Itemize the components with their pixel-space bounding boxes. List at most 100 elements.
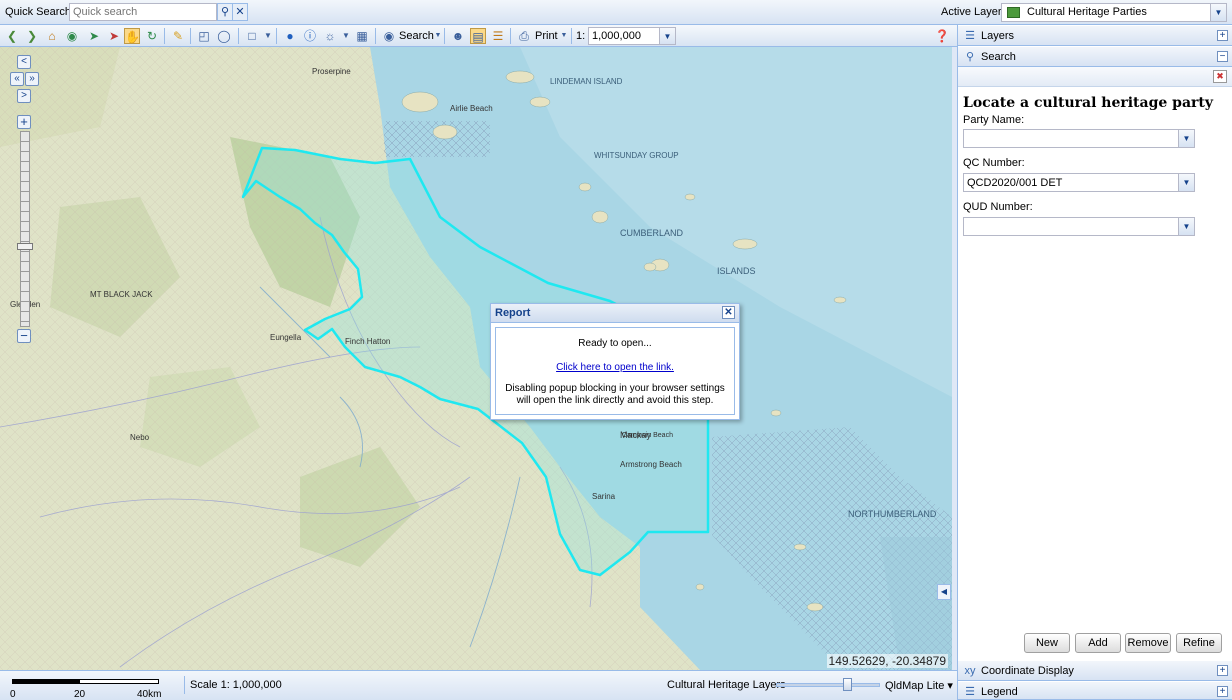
toolbar-separator — [375, 28, 376, 44]
select-freehand-icon[interactable]: ◯ — [216, 28, 232, 44]
legend-header[interactable]: ☰ Legend + — [958, 681, 1232, 700]
remove-button[interactable]: Remove — [1125, 633, 1171, 653]
scale-value: 1,000,000 — [592, 30, 641, 42]
expand-icon[interactable]: + — [1217, 30, 1228, 41]
coordinate-display-title: Coordinate Display — [981, 665, 1074, 677]
identify-icon[interactable]: ● — [282, 28, 298, 44]
clear-form-icon[interactable]: ✖ — [1213, 70, 1227, 83]
toolbar-separator — [510, 28, 511, 44]
search-panel-title: Search — [981, 51, 1016, 63]
close-icon[interactable]: ✕ — [722, 306, 735, 319]
scale-tick: 0 — [10, 689, 16, 700]
search-menu-button[interactable]: Search — [399, 30, 434, 42]
zoom-out-button[interactable]: − — [17, 329, 31, 343]
layers-panel-title: Layers — [981, 30, 1015, 42]
side-panel: ☰ Layers + ⚲ Search − ✖ Locate a cultura… — [957, 25, 1232, 700]
back-arrow-icon[interactable]: ❮ — [4, 28, 20, 44]
pan-down-icon[interactable]: ˃ — [17, 89, 31, 103]
refresh-icon[interactable]: ↻ — [144, 28, 160, 44]
home-icon[interactable]: ⌂ — [44, 28, 60, 44]
layers-panel-header[interactable]: ☰ Layers + — [958, 25, 1232, 46]
zoom-slider-handle[interactable] — [17, 243, 33, 250]
measure-ruler-icon[interactable]: ✎ — [170, 28, 186, 44]
qc-number-combo[interactable]: QCD2020/001 DET ▼ — [963, 173, 1195, 192]
binoculars-icon[interactable]: ◉ — [381, 28, 397, 44]
help-icon[interactable]: ❓ — [934, 28, 950, 44]
report-popup-title: Report — [495, 307, 531, 319]
map-label-nebo: Nebo — [130, 433, 150, 442]
map-canvas[interactable]: Proserpine Airlie Beach WHITSUNDAY GROUP… — [0, 47, 952, 670]
table-icon[interactable]: ▦ — [354, 28, 370, 44]
callout-icon[interactable]: ☼ — [322, 28, 338, 44]
popup-note-line1: Disabling popup blocking in your browser… — [505, 383, 725, 394]
map-label-lindeman: LINDEMAN ISLAND — [550, 77, 623, 86]
pan-right-icon[interactable]: » — [25, 72, 39, 86]
scale-bar: 0 20 40km — [10, 677, 161, 700]
party-name-label: Party Name: — [963, 114, 1025, 126]
quick-search-input[interactable] — [69, 3, 217, 21]
chevron-down-icon[interactable]: ▼ — [260, 28, 276, 44]
scale-text: Scale 1: 1,000,000 — [190, 679, 282, 691]
chevron-down-icon[interactable]: ▼ — [1178, 130, 1194, 147]
search-panel-header[interactable]: ⚲ Search − — [958, 46, 1232, 67]
print-menu-button[interactable]: Print — [535, 30, 558, 42]
search-icon[interactable]: ⚲ — [217, 3, 233, 21]
chevron-down-icon[interactable]: ▼ — [1210, 4, 1226, 21]
map-label-finch-hatton: Finch Hatton — [345, 337, 390, 346]
select-rectangle-icon[interactable]: □ — [244, 28, 260, 44]
refine-button[interactable]: Refine — [1176, 633, 1222, 653]
status-divider — [184, 676, 185, 694]
form-title: Locate a cultural heritage party — [963, 95, 1214, 111]
layer-swatch-icon — [1007, 7, 1020, 18]
pan-hand-icon[interactable]: ✋ — [124, 28, 140, 44]
scale-tick: 40km — [137, 689, 162, 700]
party-name-combo[interactable]: ▼ — [963, 129, 1195, 148]
expand-icon[interactable]: + — [1217, 686, 1228, 697]
printer-icon[interactable]: ⎙ — [516, 28, 532, 44]
map-label-airlie: Airlie Beach — [450, 104, 493, 113]
map-view[interactable]: Proserpine Airlie Beach WHITSUNDAY GROUP… — [0, 47, 952, 670]
info-icon[interactable]: ⓘ — [302, 28, 318, 44]
people-icon[interactable]: ☻ — [450, 28, 466, 44]
zoom-box-icon[interactable]: ➤ — [106, 28, 122, 44]
pan-up-icon[interactable]: ˂ — [17, 55, 31, 69]
search-tools-bar: ✖ — [958, 67, 1232, 87]
coordinate-display-header[interactable]: xy Coordinate Display + — [958, 660, 1232, 681]
chevron-down-icon[interactable]: ▼ — [338, 28, 354, 44]
new-button[interactable]: New — [1024, 633, 1070, 653]
collapse-panel-icon[interactable]: ◀ — [937, 584, 951, 600]
layers-stack-icon[interactable]: ☰ — [490, 28, 506, 44]
zoom-slider-track[interactable] — [20, 131, 30, 327]
chevron-down-icon[interactable]: ▼ — [1178, 174, 1194, 191]
map-label-whitsunday: WHITSUNDAY GROUP — [594, 151, 679, 160]
chevron-down-icon[interactable]: ▼ — [556, 28, 572, 44]
active-layer-select[interactable]: Cultural Heritage Parties ▼ — [1001, 3, 1227, 22]
opacity-slider-thumb[interactable] — [843, 678, 852, 691]
scale-prefix: 1: — [576, 30, 586, 42]
globe-icon[interactable]: ◉ — [64, 28, 80, 44]
quick-search-label: Quick Search: — [5, 6, 75, 18]
toolbar-separator — [190, 28, 191, 44]
clear-search-icon[interactable]: ✕ — [232, 3, 248, 21]
select-polygon-icon[interactable]: ◰ — [196, 28, 212, 44]
scale-bar-segment — [12, 679, 79, 684]
collapse-icon[interactable]: − — [1217, 51, 1228, 62]
report-status-text: Ready to open... — [578, 338, 652, 349]
map-label-islands: ISLANDS — [717, 266, 756, 276]
chevron-down-icon[interactable]: ▼ — [659, 28, 675, 44]
qud-number-combo[interactable]: ▼ — [963, 217, 1195, 236]
add-button[interactable]: Add — [1075, 633, 1121, 653]
scale-combo[interactable]: 1,000,000 ▼ — [588, 27, 676, 45]
basemap-label: QldMap Lite — [885, 680, 945, 692]
open-link[interactable]: Click here to open the link. — [496, 362, 734, 373]
pin-icon[interactable]: ➤ — [86, 28, 102, 44]
basemap-menu-button[interactable]: QldMap Lite ▾ — [885, 679, 953, 692]
zoom-in-button[interactable]: + — [17, 115, 31, 129]
chevron-down-icon[interactable]: ▼ — [1178, 218, 1194, 235]
top-bar: Quick Search: ⚲ ✕ Active Layer: Cultural… — [0, 0, 1232, 25]
pan-left-icon[interactable]: « — [10, 72, 24, 86]
opacity-slider[interactable] — [776, 683, 880, 687]
forward-arrow-icon[interactable]: ❯ — [24, 28, 40, 44]
expand-icon[interactable]: + — [1217, 665, 1228, 676]
report-icon[interactable]: ▤ — [470, 28, 486, 44]
